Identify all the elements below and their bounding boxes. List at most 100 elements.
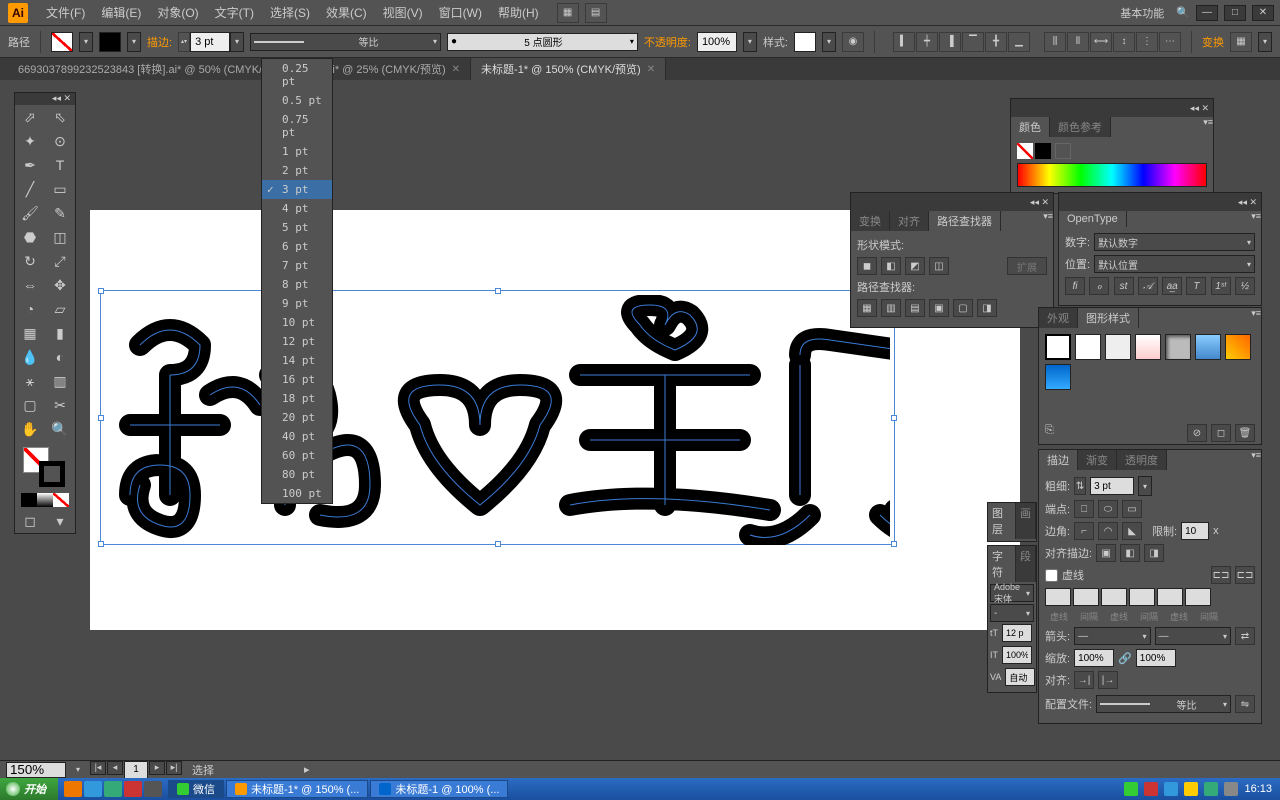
align-hcenter[interactable]: ┿	[916, 32, 938, 52]
tab-char[interactable]: 字符	[988, 546, 1016, 582]
join-miter[interactable]: ⌐	[1074, 522, 1094, 540]
stroke-option[interactable]: 3 pt	[262, 180, 332, 199]
cap-round[interactable]: ⬭	[1098, 500, 1118, 518]
stroke-option[interactable]: 7 pt	[262, 256, 332, 275]
dash-2[interactable]	[1101, 588, 1127, 606]
style-swatch[interactable]	[1195, 334, 1221, 360]
align-left[interactable]: ▍	[893, 32, 915, 52]
stroke-option[interactable]: 8 pt	[262, 275, 332, 294]
tab-appearance[interactable]: 外观	[1039, 308, 1078, 328]
stroke-option[interactable]: 40 pt	[262, 427, 332, 446]
tab-gradient[interactable]: 渐变	[1078, 450, 1117, 470]
ot-fi[interactable]: fi	[1065, 277, 1085, 295]
join-round[interactable]: ◠	[1098, 522, 1118, 540]
first-artboard[interactable]: |◂	[90, 761, 106, 775]
slice-tool[interactable]: ✂	[45, 393, 75, 417]
ot-aa[interactable]: a͟a	[1162, 277, 1182, 295]
tab-color[interactable]: 颜色	[1011, 117, 1050, 137]
style-swatch[interactable]	[794, 32, 816, 52]
symbol-tool[interactable]: ⚹	[15, 369, 45, 393]
exclude-btn[interactable]: ◫	[929, 257, 949, 275]
gap-1[interactable]	[1073, 588, 1099, 606]
font-style[interactable]: -	[990, 604, 1034, 622]
screen-mode[interactable]: ◻	[15, 509, 45, 533]
style-swatch[interactable]	[1075, 334, 1101, 360]
style-drop[interactable]	[822, 32, 836, 52]
start-button[interactable]: 开始	[0, 778, 58, 800]
ql-app-icon[interactable]	[144, 781, 162, 797]
transform-link[interactable]: 变换	[1202, 34, 1224, 50]
artboard-tool[interactable]: ▢	[15, 393, 45, 417]
tray-icon[interactable]	[1204, 782, 1218, 796]
intersect-btn[interactable]: ◩	[905, 257, 925, 275]
fill-swatch[interactable]	[51, 32, 73, 52]
recolor-icon[interactable]: ◉	[842, 32, 864, 52]
style-swatch[interactable]	[1045, 334, 1071, 360]
zoom-input[interactable]	[6, 762, 66, 778]
align-outside[interactable]: ◨	[1144, 544, 1164, 562]
menu-window[interactable]: 窗口(W)	[431, 4, 490, 21]
stroke-option[interactable]: 80 pt	[262, 465, 332, 484]
panel-collapse[interactable]: ◂◂ ✕	[1030, 197, 1049, 208]
arrange-icon[interactable]: ▤	[585, 3, 607, 23]
stroke-option[interactable]: 60 pt	[262, 446, 332, 465]
stroke-swatch[interactable]	[99, 32, 121, 52]
tab-align[interactable]: 对齐	[890, 211, 929, 231]
dist-x[interactable]: ⋮	[1136, 32, 1158, 52]
clock[interactable]: 16:13	[1244, 783, 1272, 795]
outline-btn[interactable]: ▢	[953, 299, 973, 317]
tray-icon[interactable]	[1124, 782, 1138, 796]
fill-stroke-proxy[interactable]	[19, 445, 71, 489]
ot-st[interactable]: st	[1114, 277, 1134, 295]
dash-align[interactable]: ⊏⊐	[1235, 566, 1255, 584]
profile-select[interactable]: 等比	[250, 33, 441, 51]
stroke-option[interactable]: 0.75 pt	[262, 110, 332, 142]
merge-btn[interactable]: ▤	[905, 299, 925, 317]
stroke-stepper[interactable]: ▴▾	[178, 32, 190, 52]
link-icon[interactable]: ⎘	[1045, 424, 1054, 442]
tab-graphic-styles[interactable]: 图形样式	[1078, 308, 1139, 328]
stroke-weight-drop[interactable]	[230, 32, 244, 52]
ot-a[interactable]: 𝒜	[1138, 277, 1158, 295]
menu-edit[interactable]: 编辑(E)	[93, 4, 149, 21]
arrow-align-1[interactable]: →|	[1074, 671, 1094, 689]
trim-btn[interactable]: ▥	[881, 299, 901, 317]
style-swatch[interactable]	[1165, 334, 1191, 360]
ql-firefox-icon[interactable]	[64, 781, 82, 797]
perspective-tool[interactable]: ▱	[45, 297, 75, 321]
divide-btn[interactable]: ▦	[857, 299, 877, 317]
arrow-align-2[interactable]: |→	[1098, 671, 1118, 689]
maximize-button[interactable]: □	[1224, 5, 1246, 21]
menu-effect[interactable]: 效果(C)	[318, 4, 375, 21]
artwork[interactable]	[110, 295, 890, 545]
dist-v[interactable]: ⫴	[1067, 32, 1089, 52]
tab-artboards[interactable]: 画	[1016, 503, 1036, 539]
pen-tool[interactable]: ✒	[15, 153, 45, 177]
prev-artboard[interactable]: ◂	[107, 761, 123, 775]
taskbar-task[interactable]: 未标题-1 @ 100% (...	[370, 780, 508, 798]
ql-ie-icon[interactable]	[84, 781, 102, 797]
ot-t[interactable]: T	[1186, 277, 1206, 295]
ot-1st[interactable]: 1ˢᵗ	[1211, 277, 1231, 295]
doc-tab[interactable]: 未标题-1* @ 150% (CMYK/预览)✕	[471, 58, 666, 80]
ql-app-icon[interactable]	[124, 781, 142, 797]
close-tab-icon[interactable]: ✕	[452, 64, 460, 75]
stroke-drop[interactable]	[127, 32, 141, 52]
doc-tab[interactable]: .ai* @ 25% (CMYK/预览)✕	[313, 58, 471, 80]
stroke-proxy[interactable]	[39, 461, 65, 487]
next-artboard[interactable]: ▸	[149, 761, 165, 775]
stroke-option[interactable]: 0.5 pt	[262, 91, 332, 110]
hand-tool[interactable]: ✋	[15, 417, 45, 441]
break-link[interactable]: ⊘	[1187, 424, 1207, 442]
tray-icon[interactable]	[1224, 782, 1238, 796]
stroke-option[interactable]: 0.25 pt	[262, 59, 332, 91]
dash-3[interactable]	[1157, 588, 1183, 606]
free-transform-tool[interactable]: ✥	[45, 273, 75, 297]
style-swatch[interactable]	[1105, 334, 1131, 360]
flip-profile[interactable]: ⇋	[1235, 695, 1255, 713]
tab-para[interactable]: 段	[1016, 546, 1036, 582]
menu-view[interactable]: 视图(V)	[375, 4, 431, 21]
blob-tool[interactable]: ⬣	[15, 225, 45, 249]
align-vcenter[interactable]: ╋	[985, 32, 1007, 52]
type-tool[interactable]: T	[45, 153, 75, 177]
